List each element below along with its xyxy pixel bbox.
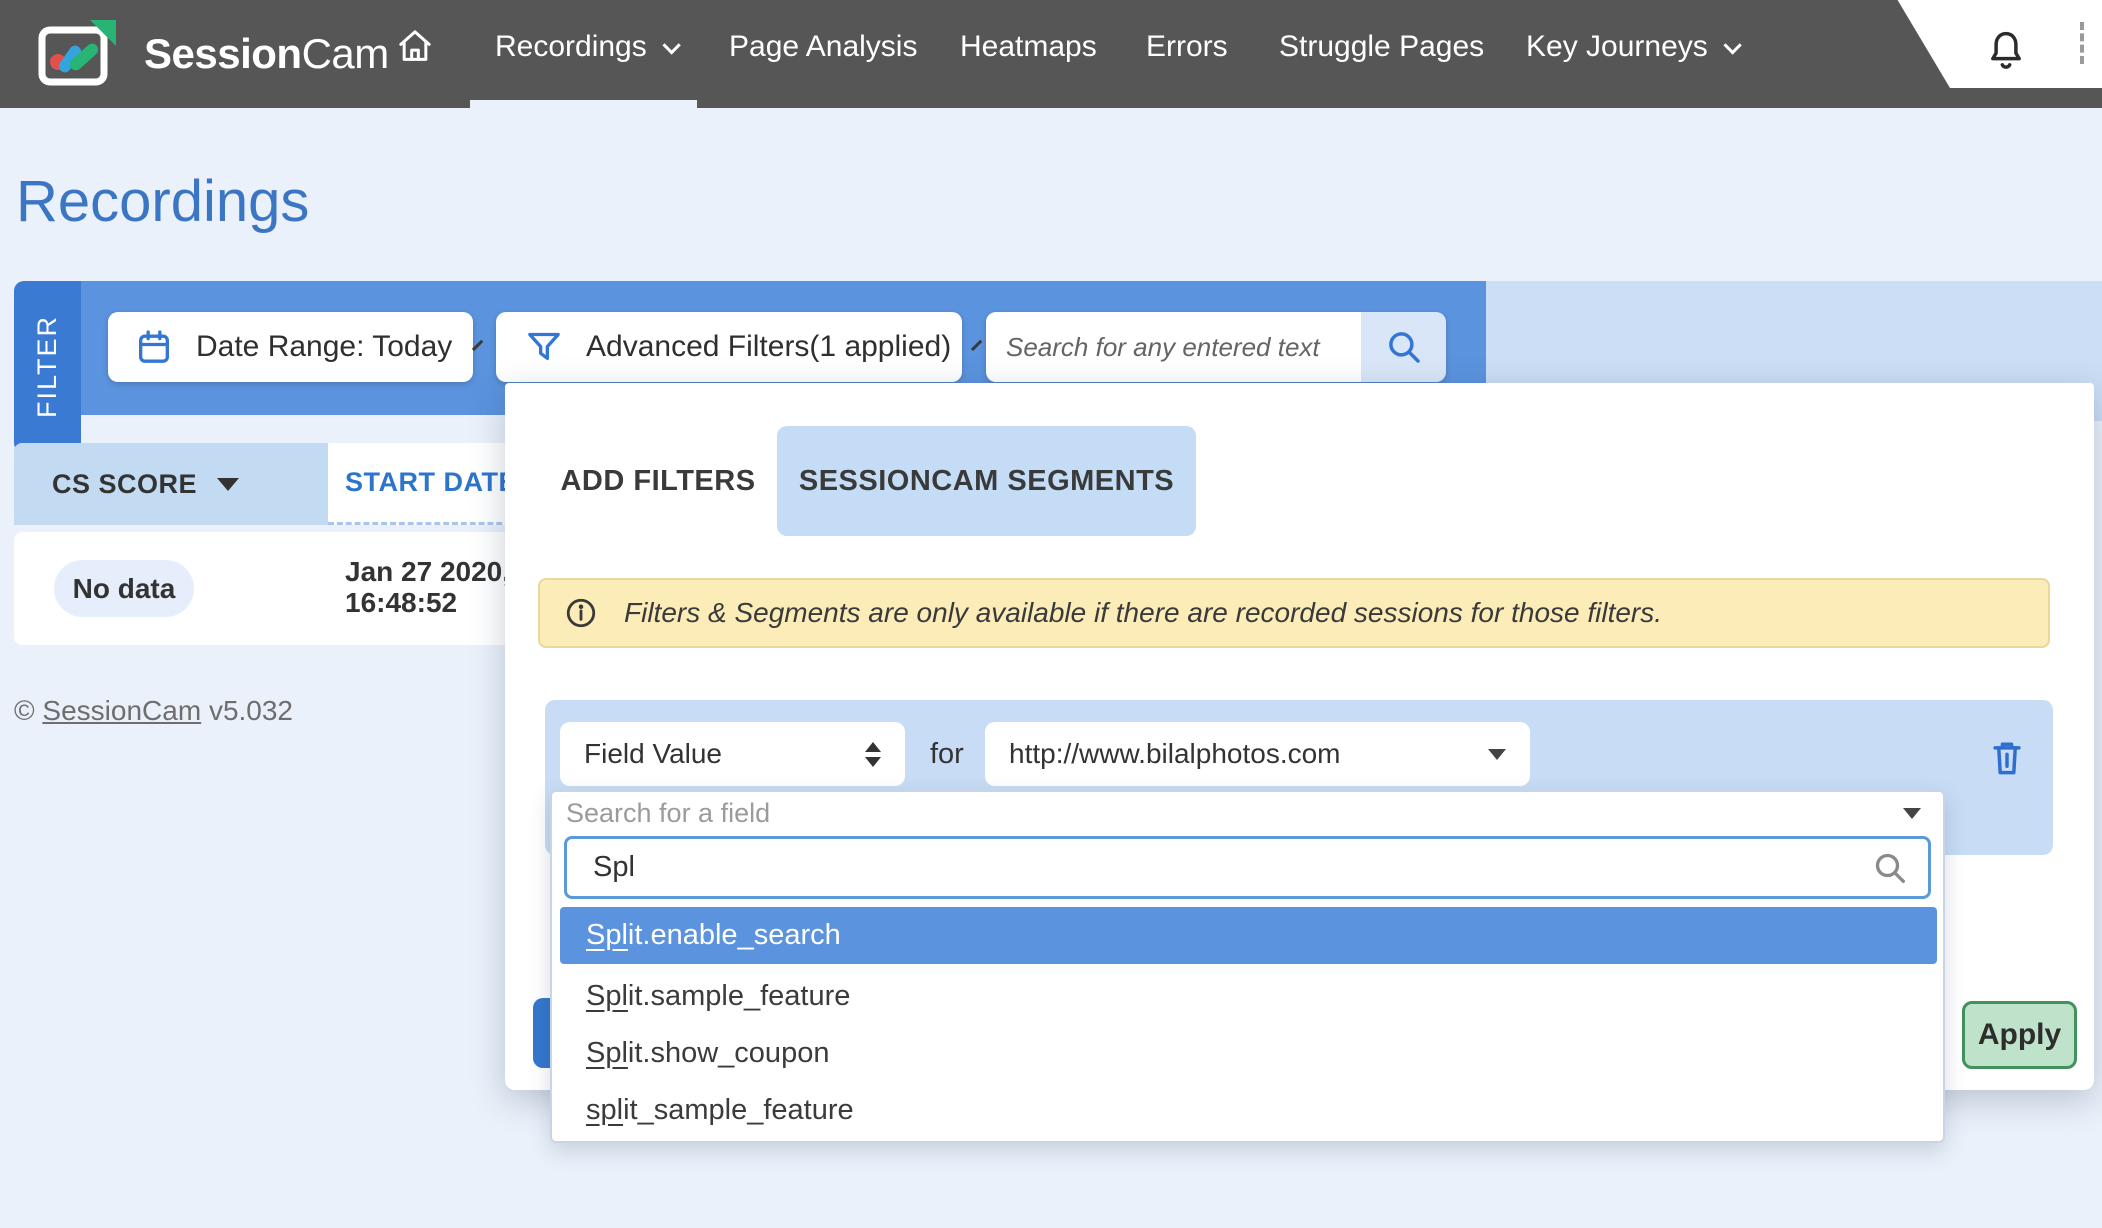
nav-item-heatmaps[interactable]: Heatmaps [960,30,1097,64]
field-type-select[interactable]: Field Value [560,722,905,786]
field-search-input[interactable] [593,851,1870,884]
apply-button[interactable]: Apply [1962,1001,2077,1069]
chevron-down-icon [1723,36,1741,54]
search-button[interactable] [1361,312,1446,382]
info-banner: Filters & Segments are only available if… [538,578,2050,648]
nav-corner-cutout [1833,0,2102,88]
nav-item-page-analysis[interactable]: Page Analysis [729,30,917,64]
date-range-button[interactable]: Date Range: Today [108,312,473,382]
calendar-icon [134,327,174,367]
overflow-menu-icon[interactable] [2080,22,2084,64]
field-search-box [564,836,1931,899]
nav-active-indicator [470,100,697,108]
notifications-bell-icon[interactable] [1984,28,2028,76]
tab-add-filters[interactable]: ADD FILTERS [543,426,773,536]
site-select[interactable]: http://www.bilalphotos.com [985,722,1530,786]
nav-item-struggle-pages[interactable]: Struggle Pages [1279,30,1484,64]
column-header-start-date[interactable]: START DATE [328,443,520,525]
field-option[interactable]: split_sample_feature [560,1082,1937,1139]
column-header-cs-score[interactable]: CS SCORE [14,443,328,525]
nav-item-key-journeys[interactable]: Key Journeys [1526,30,1737,64]
select-spinner-icon [865,742,881,767]
sessioncam-logo-icon [38,18,130,90]
field-option[interactable]: Split.enable_search [560,907,1937,964]
page-title: Recordings [16,168,309,235]
app-canvas: SessionCam Recordings Page Analysis Heat… [0,0,2102,1228]
sort-desc-icon [217,478,239,491]
delete-filter-button[interactable] [1985,736,2029,780]
field-dropdown-panel: Search for a field Split.enable_search S… [550,790,1945,1143]
dropdown-arrow-icon [1488,749,1506,760]
field-select-collapsed[interactable]: Search for a field [552,792,1943,834]
session-search-input[interactable] [986,312,1361,382]
table-row[interactable]: No data Jan 27 2020, 16:48:52 [14,532,520,645]
for-label: for [930,738,964,771]
search-icon [1383,326,1425,368]
search-icon [1870,848,1910,888]
info-icon [564,596,598,630]
brand-name: SessionCam [144,30,389,78]
nav-item-recordings[interactable]: Recordings [495,30,676,64]
tab-sessioncam-segments[interactable]: SESSIONCAM SEGMENTS [777,426,1196,536]
top-nav: SessionCam Recordings Page Analysis Heat… [0,0,2102,108]
sessioncam-link[interactable]: SessionCam [42,695,201,726]
funnel-icon [524,327,564,367]
nav-item-errors[interactable]: Errors [1146,30,1228,64]
session-search [986,312,1446,382]
filter-side-tab[interactable]: FILTER [14,281,81,453]
dropdown-arrow-icon [1903,808,1921,819]
chevron-down-icon [662,36,680,54]
cs-score-badge: No data [54,560,194,617]
start-date-cell: Jan 27 2020, 16:48:52 [345,556,510,618]
advanced-filters-button[interactable]: Advanced Filters(1 applied) [496,312,962,382]
field-option[interactable]: Split.sample_feature [560,968,1937,1025]
brand-logo[interactable]: SessionCam [38,18,389,90]
field-option[interactable]: Split.show_coupon [560,1025,1937,1082]
home-icon[interactable] [395,26,435,66]
footer-version: © SessionCam v5.032 [14,695,293,727]
